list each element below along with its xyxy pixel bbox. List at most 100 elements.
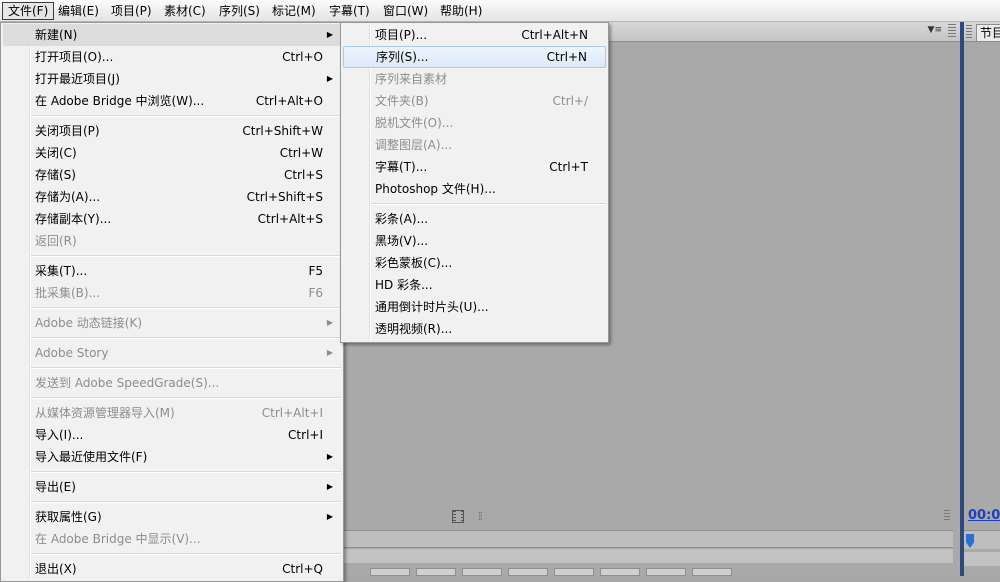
- zoom-scrollbar[interactable]: [964, 552, 1000, 566]
- transport-button[interactable]: [508, 568, 548, 576]
- transport-button[interactable]: [554, 568, 594, 576]
- menu-item-label: 文件夹(B): [375, 90, 429, 112]
- menu-item-label: 采集(T)...: [35, 260, 87, 282]
- menu-separator: [31, 367, 341, 369]
- menu-item-shortcut: Ctrl+Shift+S: [247, 186, 323, 208]
- menu-item-shortcut: F5: [308, 260, 323, 282]
- menu-separator: [31, 553, 341, 555]
- menu-item[interactable]: 彩条(A)...: [343, 208, 606, 230]
- time-ruler[interactable]: [340, 530, 953, 548]
- menu-item[interactable]: 采集(T)... F5: [3, 260, 341, 282]
- menu-item: 文件夹(B) Ctrl+/: [343, 90, 606, 112]
- menu-separator: [371, 203, 606, 205]
- transport-button[interactable]: [462, 568, 502, 576]
- menu-item[interactable]: 存储副本(Y)...Ctrl+Alt+S: [3, 208, 341, 230]
- menubar-item[interactable]: 素材(C): [159, 2, 211, 20]
- panel-grip-icon[interactable]: [948, 24, 956, 38]
- panel-grip-icon[interactable]: [966, 25, 972, 39]
- menu-item[interactable]: 打开项目(O)...Ctrl+O: [3, 46, 341, 68]
- zoom-scrollbar[interactable]: [340, 549, 953, 563]
- menu-item-label: 字幕(T)...: [375, 156, 427, 178]
- menu-item-shortcut: Ctrl+S: [284, 164, 323, 186]
- menu-item[interactable]: 通用倒计时片头(U)...: [343, 296, 606, 318]
- tab-program[interactable]: 节目: [976, 24, 1000, 41]
- menu-item[interactable]: 项目(P)...Ctrl+Alt+N: [343, 24, 606, 46]
- menu-item-label: 关闭项目(P): [35, 120, 100, 142]
- menu-item-label: Adobe 动态链接(K): [35, 312, 142, 334]
- menu-item[interactable]: 导入最近使用文件(F)▶: [3, 446, 341, 468]
- menu-separator: [31, 501, 341, 503]
- menubar-item[interactable]: 帮助(H): [435, 2, 487, 20]
- menu-item-label: 存储副本(Y)...: [35, 208, 111, 230]
- menu-item[interactable]: 黑场(V)...: [343, 230, 606, 252]
- menu-separator: [31, 397, 341, 399]
- menu-item[interactable]: 存储为(A)...Ctrl+Shift+S: [3, 186, 341, 208]
- transport-button[interactable]: [600, 568, 640, 576]
- film-icon[interactable]: [452, 510, 464, 523]
- transport-button[interactable]: [692, 568, 732, 576]
- menu-item-label: 返回(R): [35, 230, 77, 252]
- menu-item[interactable]: HD 彩条...: [343, 274, 606, 296]
- menu-item-label: 导出(E): [35, 476, 76, 498]
- menu-item-label: Photoshop 文件(H)...: [375, 178, 496, 200]
- menu-item[interactable]: 序列(S)...Ctrl+N: [343, 46, 606, 68]
- menu-item: 返回(R): [3, 230, 341, 252]
- menu-item: 脱机文件(O)...: [343, 112, 606, 134]
- menubar-item[interactable]: 项目(P): [106, 2, 157, 20]
- menu-item-label: 彩色蒙板(C)...: [375, 252, 452, 274]
- menu-item[interactable]: 彩色蒙板(C)...: [343, 252, 606, 274]
- menubar-item[interactable]: 序列(S): [214, 2, 265, 20]
- menu-item-label: 脱机文件(O)...: [375, 112, 453, 134]
- menu-item[interactable]: 导入(I)... Ctrl+I: [3, 424, 341, 446]
- menu-item-label: 存储(S): [35, 164, 76, 186]
- panel-controls: ⫶⫶: [340, 508, 960, 528]
- menubar-item[interactable]: 标记(M): [267, 2, 321, 20]
- menu-item[interactable]: 字幕(T)...Ctrl+T: [343, 156, 606, 178]
- transport-button[interactable]: [416, 568, 456, 576]
- menu-item[interactable]: 退出(X)Ctrl+Q: [3, 558, 341, 580]
- menu-bar: 文件(F)编辑(E)项目(P)素材(C)序列(S)标记(M)字幕(T)窗口(W)…: [0, 0, 1000, 22]
- menu-item-shortcut: Ctrl+W: [280, 142, 323, 164]
- menu-item[interactable]: Photoshop 文件(H)...: [343, 178, 606, 200]
- panel-menu-icon[interactable]: ▼≡: [928, 25, 942, 35]
- transport-button[interactable]: [370, 568, 410, 576]
- menubar-item[interactable]: 窗口(W): [378, 2, 433, 20]
- menu-item-label: 发送到 Adobe SpeedGrade(S)...: [35, 372, 219, 394]
- menu-item[interactable]: 透明视频(R)...: [343, 318, 606, 340]
- submenu-arrow-icon: ▶: [327, 24, 333, 46]
- menubar-item[interactable]: 字幕(T): [324, 2, 375, 20]
- menu-item[interactable]: 在 Adobe Bridge 中浏览(W)...Ctrl+Alt+O: [3, 90, 341, 112]
- menu-item-label: 黑场(V)...: [375, 230, 428, 252]
- menu-item[interactable]: 存储(S) Ctrl+S: [3, 164, 341, 186]
- panel-header: 节目: [964, 22, 1000, 42]
- menu-separator: [31, 115, 341, 117]
- timecode-display[interactable]: 00:00: [968, 508, 1000, 523]
- submenu-arrow-icon: ▶: [327, 446, 333, 468]
- menu-item: 调整图层(A)...: [343, 134, 606, 156]
- menu-item-label: 导入(I)...: [35, 424, 83, 446]
- menubar-item[interactable]: 编辑(E): [53, 2, 104, 20]
- menu-item[interactable]: 打开最近项目(J)▶: [3, 68, 341, 90]
- menu-item-label: 通用倒计时片头(U)...: [375, 296, 489, 318]
- menu-item: 批采集(B)...F6: [3, 282, 341, 304]
- menu-item-label: 序列来自素材: [375, 68, 447, 90]
- menu-item-label: 打开项目(O)...: [35, 46, 113, 68]
- menu-item-label: 打开最近项目(J): [35, 68, 120, 90]
- menu-item: Adobe Story▶: [3, 342, 341, 364]
- new-submenu: 项目(P)...Ctrl+Alt+N序列(S)...Ctrl+N序列来自素材文件…: [340, 22, 609, 343]
- menu-item[interactable]: 新建(N)▶: [3, 24, 341, 46]
- menu-item[interactable]: 关闭项目(P)Ctrl+Shift+W: [3, 120, 341, 142]
- menu-item-shortcut: F6: [308, 282, 323, 304]
- menu-item: 在 Adobe Bridge 中显示(V)...: [3, 528, 341, 550]
- transport-button[interactable]: [646, 568, 686, 576]
- menu-item[interactable]: 获取属性(G)▶: [3, 506, 341, 528]
- menu-item[interactable]: 导出(E)▶: [3, 476, 341, 498]
- waveform-icon[interactable]: ⫶⫶: [478, 510, 482, 524]
- menu-item-shortcut: Ctrl+/: [553, 90, 588, 112]
- submenu-arrow-icon: ▶: [327, 506, 333, 528]
- program-monitor-panel: 节目 00:00: [964, 22, 1000, 576]
- menu-item-shortcut: Ctrl+I: [288, 424, 323, 446]
- resize-grip-icon[interactable]: [944, 510, 950, 520]
- menubar-item[interactable]: 文件(F): [2, 2, 54, 20]
- menu-item[interactable]: 关闭(C)Ctrl+W: [3, 142, 341, 164]
